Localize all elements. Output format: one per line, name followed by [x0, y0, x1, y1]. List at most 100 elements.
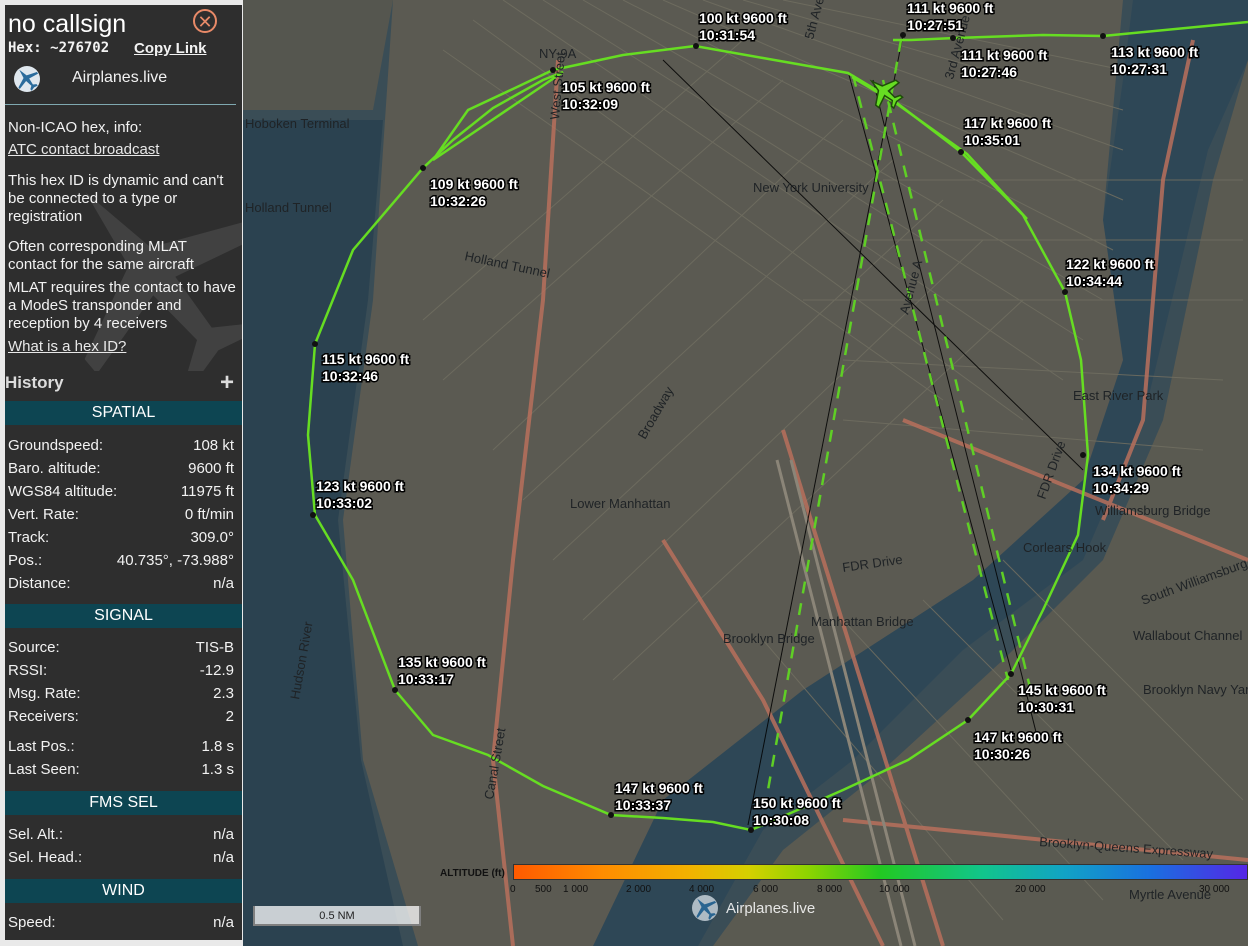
mlat-note: Often corresponding MLAT contact for the… [8, 238, 194, 273]
info-row: Last Seen: 1.3 s [8, 761, 234, 781]
info-row-label: Source: [8, 639, 60, 656]
info-row-label: Sel. Head.: [8, 849, 83, 866]
altitude-tick: 1 000 [563, 884, 589, 895]
track-label-speed-alt: 100 kt 9600 ft [699, 10, 787, 26]
track-label-time: 10:35:01 [964, 132, 1020, 148]
info-row: Distance: n/a [8, 575, 234, 595]
mlat-requirement: MLAT requires the contact to have a Mode… [8, 279, 236, 332]
info-row-value: 40.735°, -73.988° [116, 552, 234, 569]
track-label-time: 10:34:44 [1066, 273, 1122, 289]
track-label-time: 10:33:02 [316, 495, 372, 511]
track-label-time: 10:27:31 [1111, 61, 1167, 77]
place-name: Brooklyn Bridge [723, 631, 815, 646]
info-row-label: Groundspeed: [8, 437, 104, 454]
hex-id-help-link[interactable]: What is a hex ID? [8, 338, 126, 356]
track-label-time: 10:27:51 [907, 17, 963, 33]
info-row-value: n/a [213, 849, 234, 866]
info-row-label: Last Seen: [8, 761, 80, 778]
source-name: Airplanes.live [72, 69, 168, 86]
place-name: Holland Tunnel [245, 200, 332, 215]
track-label-time: 10:30:31 [1018, 699, 1074, 715]
altitude-legend-title: ALTITUDE (ft) [440, 868, 505, 879]
airplane-icon [14, 66, 40, 92]
info-row-value: TIS-B [195, 639, 234, 656]
place-name: New York University [753, 180, 869, 195]
info-row-label: Pos.: [8, 552, 43, 569]
brand-name: Airplanes.live [726, 900, 816, 917]
info-row: Msg. Rate: 2.3 [8, 685, 234, 705]
track-label-speed-alt: 115 kt 9600 ft [322, 351, 410, 367]
track-label-speed-alt: 109 kt 9600 ft [430, 176, 518, 192]
place-name: East River Park [1073, 388, 1164, 403]
info-row-value: n/a [213, 575, 234, 592]
place-name: Wallabout Channel [1133, 628, 1242, 643]
info-row-value: 0 ft/min [184, 506, 234, 523]
info-row-label: Last Pos.: [8, 738, 75, 755]
expand-icon[interactable]: + [220, 369, 234, 397]
track-label-speed-alt: 135 kt 9600 ft [398, 654, 486, 670]
track-label-time: 10:33:37 [615, 797, 671, 813]
track-label-speed-alt: 105 kt 9600 ft [562, 79, 650, 95]
info-row-value: -12.9 [199, 662, 234, 679]
info-row-label: Distance: [8, 575, 71, 592]
airplane-icon [692, 895, 718, 921]
info-row: Last Pos.: 1.8 s [8, 738, 234, 758]
info-row: Speed: n/a [8, 914, 234, 934]
callsign: no callsign [8, 10, 127, 38]
track-label-speed-alt: 134 kt 9600 ft [1093, 463, 1181, 479]
info-row-label: Sel. Alt.: [8, 826, 64, 843]
altitude-tick: 10 000 [879, 884, 910, 895]
signal-section-title: SIGNAL [5, 604, 242, 628]
close-icon: ✕ [197, 12, 213, 32]
altitude-legend-bar [513, 864, 1248, 880]
track-label-time: 10:32:46 [322, 368, 378, 384]
info-row: Track: 309.0° [8, 529, 234, 549]
info-row-label: WGS84 altitude: [8, 483, 118, 500]
altitude-tick: 20 000 [1015, 884, 1046, 895]
spatial-section-title: SPATIAL [5, 401, 242, 425]
info-row-value: 2 [225, 708, 234, 725]
altitude-tick: 30 000 [1199, 884, 1230, 895]
altitude-tick: 0 [510, 884, 516, 895]
info-row: Sel. Alt.: n/a [8, 826, 234, 846]
track-label-speed-alt: 145 kt 9600 ft [1018, 682, 1106, 698]
altitude-tick: 500 [535, 884, 552, 895]
altitude-tick: 8 000 [817, 884, 843, 895]
info-row-value: n/a [213, 826, 234, 843]
track-label-speed-alt: 147 kt 9600 ft [615, 780, 703, 796]
hoboken-land [243, 0, 393, 110]
wind-section-title: WIND [5, 879, 242, 903]
track-label-time: 10:30:26 [974, 746, 1030, 762]
history-title: History [5, 373, 64, 392]
altitude-tick: 2 000 [626, 884, 652, 895]
map-view[interactable]: Hoboken Terminal Holland Tunnel Holland Tu… [243, 0, 1248, 946]
place-name: Corlears Hook [1023, 540, 1107, 555]
info-row-label: RSSI: [8, 662, 48, 679]
info-row-value: 1.8 s [201, 738, 234, 755]
divider [5, 104, 236, 105]
map-canvas[interactable]: Hoboken TerminalHolland TunnelHolland Tu… [243, 0, 1248, 946]
info-row: Vert. Rate: 0 ft/min [8, 506, 234, 526]
atc-contact-link[interactable]: ATC contact broadcast [8, 141, 159, 159]
close-button[interactable]: ✕ [193, 9, 217, 33]
track-label-speed-alt: 147 kt 9600 ft [974, 729, 1062, 745]
track-label-speed-alt: 117 kt 9600 ft [964, 115, 1052, 131]
history-header[interactable]: History + [5, 369, 242, 399]
info-row-value: 309.0° [190, 529, 234, 546]
aircraft-info-panel: no callsign ✕ Hex: ~276702 Copy Link Air… [5, 5, 242, 940]
info-row: Pos.: 40.735°, -73.988° [8, 552, 234, 572]
track-label-speed-alt: 113 kt 9600 ft [1111, 44, 1199, 60]
info-row: Baro. altitude: 9600 ft [8, 460, 234, 480]
track-label-time: 10:27:46 [961, 64, 1017, 80]
dynamic-hex-note: This hex ID is dynamic and can't be conn… [8, 172, 224, 225]
track-label-time: 10:33:17 [398, 671, 454, 687]
track-label-time: 10:32:09 [562, 96, 618, 112]
place-name: Brooklyn Navy Yard [1143, 682, 1248, 697]
info-row-value: 1.3 s [201, 761, 234, 778]
info-row: WGS84 altitude: 11975 ft [8, 483, 234, 503]
info-row: Receivers: 2 [8, 708, 234, 728]
info-row-value: 2.3 [213, 685, 234, 702]
copy-link[interactable]: Copy Link [134, 40, 207, 57]
info-row: Sel. Head.: n/a [8, 849, 234, 869]
track-label-speed-alt: 150 kt 9600 ft [753, 795, 841, 811]
